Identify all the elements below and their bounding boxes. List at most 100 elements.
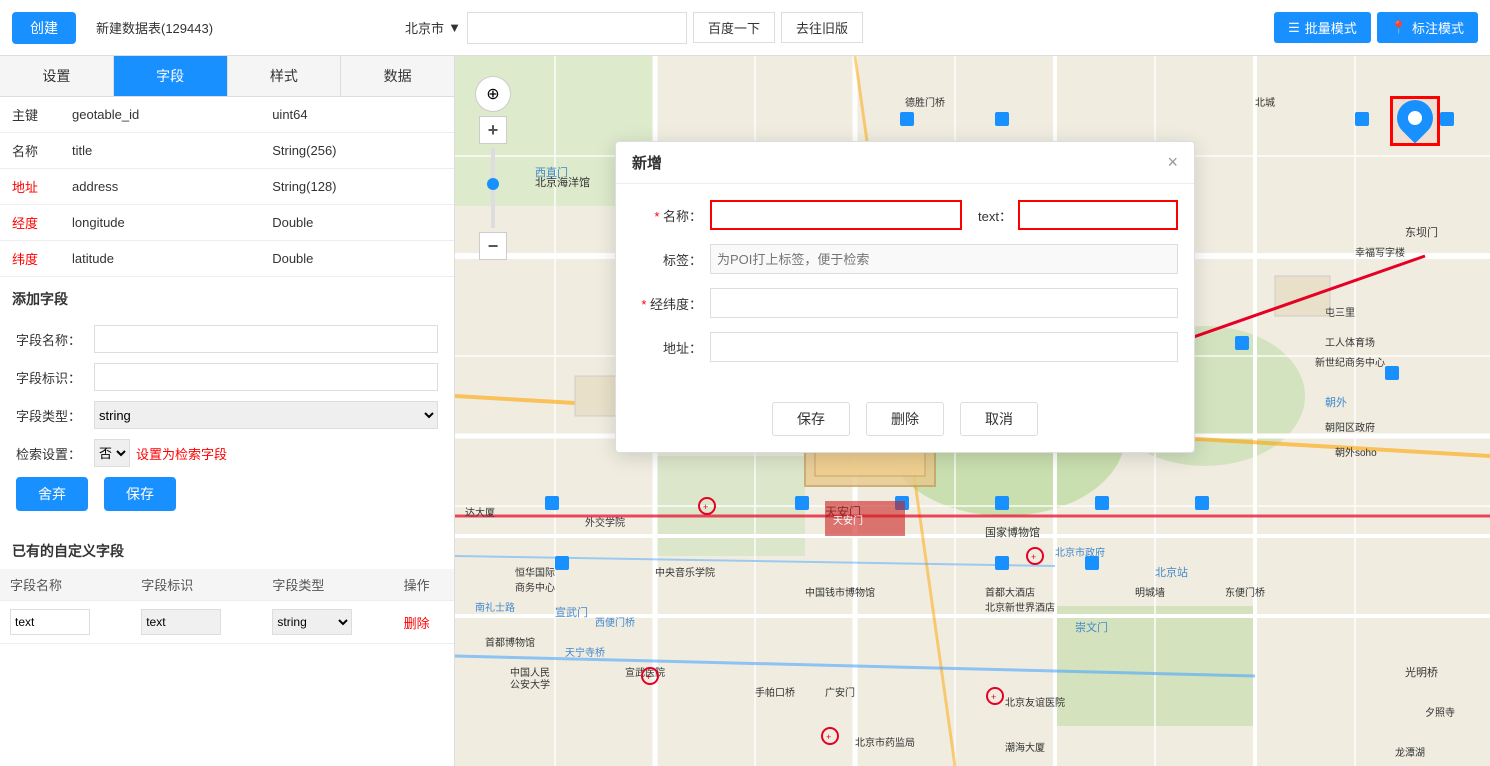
svg-text:外交学院: 外交学院 bbox=[585, 516, 625, 529]
col-header-id: 字段标识 bbox=[131, 569, 262, 601]
svg-text:夕照寺: 夕照寺 bbox=[1425, 707, 1455, 719]
modal-coords-input[interactable]: 116.401677,39.925305 bbox=[710, 288, 1178, 318]
svg-text:工人体育场: 工人体育场 bbox=[1325, 336, 1375, 349]
modal-title: 新增 bbox=[632, 152, 662, 173]
map-search-input[interactable] bbox=[467, 12, 687, 44]
svg-text:崇文门: 崇文门 bbox=[1075, 620, 1108, 634]
set-search-link[interactable]: 设置为检索字段 bbox=[136, 444, 227, 463]
zoom-in-button[interactable]: + bbox=[479, 116, 507, 144]
modal-footer: 保存 删除 取消 bbox=[616, 392, 1194, 452]
custom-field-name-input[interactable] bbox=[10, 609, 90, 635]
modal-extra-label: text： bbox=[978, 206, 1012, 225]
modal-address-input[interactable]: 北京市东城区北长街 bbox=[710, 332, 1178, 362]
main-layout: 设置 字段 样式 数据 主键 geotable_id uint64 名称 tit… bbox=[0, 56, 1490, 766]
field-type-label: 主键 bbox=[0, 97, 60, 133]
modal-extra-input[interactable] bbox=[1018, 200, 1178, 230]
svg-text:首都博物馆: 首都博物馆 bbox=[485, 636, 535, 649]
field-type-label: 地址 bbox=[0, 169, 60, 205]
svg-text:+: + bbox=[826, 732, 831, 742]
svg-text:北城: 北城 bbox=[1255, 97, 1275, 109]
add-poi-modal: 新增 × * 名称： text： bbox=[615, 141, 1195, 453]
zoom-out-button[interactable]: − bbox=[479, 232, 507, 260]
field-datatype: String(128) bbox=[260, 169, 454, 205]
field-name: longitude bbox=[60, 205, 260, 241]
search-no-select[interactable]: 否 是 bbox=[94, 439, 130, 467]
svg-text:广安门: 广安门 bbox=[825, 686, 855, 699]
mark-mode-label: 标注模式 bbox=[1412, 18, 1464, 37]
modal-tag-input[interactable] bbox=[710, 244, 1178, 274]
field-name: title bbox=[60, 133, 260, 169]
tab-settings[interactable]: 设置 bbox=[0, 56, 114, 96]
field-type-label: 经度 bbox=[0, 205, 60, 241]
svg-text:新世纪商务中心: 新世纪商务中心 bbox=[1315, 356, 1385, 369]
svg-text:+: + bbox=[703, 502, 708, 512]
modal-tag-label: 标签： bbox=[632, 250, 702, 269]
custom-field-id-input[interactable] bbox=[141, 609, 221, 635]
baidu-search-button[interactable]: 百度一下 bbox=[693, 12, 775, 43]
field-name-row: 字段名称： bbox=[16, 325, 438, 353]
tab-data[interactable]: 数据 bbox=[341, 56, 454, 96]
svg-text:首都大酒店: 首都大酒店 bbox=[985, 586, 1035, 599]
modal-header: 新增 × bbox=[616, 142, 1194, 184]
abandon-button[interactable]: 舍弃 bbox=[16, 477, 88, 511]
city-selector[interactable]: 北京市 ▼ bbox=[405, 18, 461, 37]
modal-cancel-button[interactable]: 取消 bbox=[960, 402, 1038, 436]
table-row: 经度 longitude Double bbox=[0, 205, 454, 241]
map-area[interactable]: 北京海洋馆 北京动物园 西直门 德胜门桥 北城 东坝门 幸福写字楼 屯三里 工人… bbox=[455, 56, 1490, 766]
field-id-row: 字段标识： bbox=[16, 363, 438, 391]
table-row: 地址 address String(128) bbox=[0, 169, 454, 205]
svg-text:幸福写字楼: 幸福写字楼 bbox=[1355, 246, 1405, 259]
svg-text:西直门: 西直门 bbox=[535, 165, 568, 179]
modal-delete-button[interactable]: 删除 bbox=[866, 402, 944, 436]
svg-text:西便门桥: 西便门桥 bbox=[595, 616, 635, 629]
existing-fields-title: 已有的自定义字段 bbox=[0, 529, 454, 569]
modal-name-label: * 名称： bbox=[632, 206, 702, 225]
svg-text:明城墙: 明城墙 bbox=[1135, 586, 1165, 599]
field-type-label: 名称 bbox=[0, 133, 60, 169]
mark-mode-button[interactable]: 📍 标注模式 bbox=[1377, 12, 1478, 43]
svg-text:北京友谊医院: 北京友谊医院 bbox=[1005, 696, 1065, 709]
field-datatype: uint64 bbox=[260, 97, 454, 133]
table-name: 新建数据表(129443) bbox=[84, 12, 225, 43]
svg-text:国家博物馆: 国家博物馆 bbox=[985, 525, 1040, 539]
field-type-select[interactable]: string int double timestamp bbox=[94, 401, 438, 429]
field-type-row: 字段类型： string int double timestamp bbox=[16, 401, 438, 429]
svg-text:+: + bbox=[991, 692, 996, 702]
left-panel-content: 主键 geotable_id uint64 名称 title String(25… bbox=[0, 97, 454, 766]
modal-close-button[interactable]: × bbox=[1167, 152, 1178, 173]
create-button[interactable]: 创建 bbox=[12, 12, 76, 44]
zoom-slider-track bbox=[491, 148, 495, 228]
field-id-input[interactable] bbox=[94, 363, 438, 391]
field-name-input[interactable] bbox=[94, 325, 438, 353]
zoom-slider-thumb[interactable] bbox=[487, 178, 499, 190]
custom-field-row: string int double 删除 bbox=[0, 601, 454, 644]
field-type-label: 纬度 bbox=[0, 241, 60, 277]
svg-text:朝阳区政府: 朝阳区政府 bbox=[1325, 421, 1375, 434]
search-settings-row: 检索设置： 否 是 设置为检索字段 bbox=[16, 439, 438, 467]
custom-field-type-select[interactable]: string int double bbox=[272, 609, 352, 635]
left-panel: 设置 字段 样式 数据 主键 geotable_id uint64 名称 tit… bbox=[0, 56, 455, 766]
modal-coords-row: * 经纬度： 116.401677,39.925305 bbox=[632, 288, 1178, 318]
svg-text:宣武医院: 宣武医院 bbox=[625, 666, 665, 679]
batch-mode-icon: ☰ bbox=[1288, 20, 1300, 36]
table-row: 主键 geotable_id uint64 bbox=[0, 97, 454, 133]
batch-mode-button[interactable]: ☰ 批量模式 bbox=[1274, 12, 1371, 43]
col-header-name: 字段名称 bbox=[0, 569, 131, 601]
tab-style[interactable]: 样式 bbox=[228, 56, 342, 96]
pin-center bbox=[1405, 108, 1425, 128]
compass-button[interactable]: ⊕ bbox=[475, 76, 511, 112]
modal-name-input[interactable] bbox=[710, 200, 962, 230]
delete-field-link[interactable]: 删除 bbox=[404, 616, 430, 631]
modal-save-button[interactable]: 保存 bbox=[772, 402, 850, 436]
add-field-form: 字段名称： 字段标识： 字段类型： string int double time… bbox=[0, 317, 454, 529]
modal-address-row: 地址： 北京市东城区北长街 bbox=[632, 332, 1178, 362]
old-version-button[interactable]: 去往旧版 bbox=[781, 12, 863, 43]
svg-text:恒华国际: 恒华国际 bbox=[515, 566, 555, 579]
tab-fields[interactable]: 字段 bbox=[114, 56, 228, 96]
svg-text:达大厦: 达大厦 bbox=[465, 506, 495, 519]
save-field-button[interactable]: 保存 bbox=[104, 477, 176, 511]
svg-text:潮海大厦: 潮海大厦 bbox=[1005, 741, 1045, 754]
tab-bar: 设置 字段 样式 数据 bbox=[0, 56, 454, 97]
svg-text:中国钱市博物馆: 中国钱市博物馆 bbox=[805, 586, 875, 599]
svg-text:屯三里: 屯三里 bbox=[1325, 306, 1355, 319]
